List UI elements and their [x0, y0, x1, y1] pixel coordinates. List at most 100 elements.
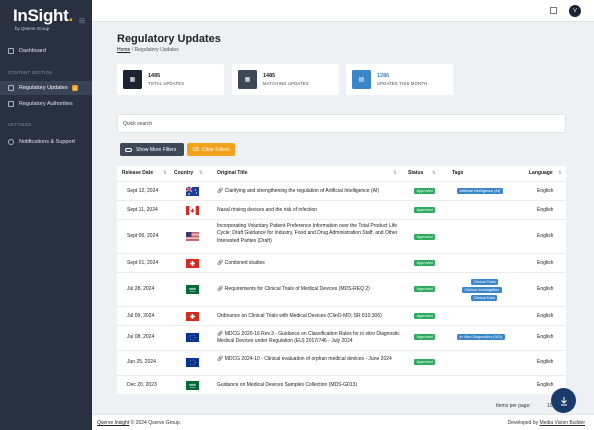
footer-link-qserve[interactable]: Qserve Insight [97, 420, 129, 426]
sidebar-item-label: Dashboard [19, 48, 46, 54]
clear-icon: ⌫ [192, 146, 200, 153]
breadcrumb-home[interactable]: Home [117, 47, 130, 53]
status-badge: Approved [414, 234, 436, 240]
clear-filters-button[interactable]: ⌫ Clear Filters [187, 143, 235, 156]
release-date: Sept 06, 2024 [127, 233, 159, 239]
release-date: Jul 09, 2024 [127, 313, 155, 319]
title-text[interactable]: Ordinance on Clinical Trials with Medica… [217, 313, 403, 320]
stat-card-total: ▦ 1485 TOTAL UPDATES [117, 64, 224, 95]
sidebar-item-dashboard[interactable]: Dashboard [0, 44, 92, 58]
items-per-page-label: Items per page: [496, 403, 531, 409]
table-row[interactable]: Jul 08, 2024 🔗︎ MDCG 2020-16 Rev.3 - Gui… [117, 325, 566, 350]
grid-icon: ▦ [238, 70, 257, 89]
count-badge: 9 [71, 85, 78, 91]
sidebar-toggle-icon[interactable]: ⊟ [79, 17, 85, 25]
release-date: Jul 28, 2024 [127, 286, 155, 292]
stat-label: MATCHING UPDATES [263, 81, 309, 86]
sort-icon[interactable]: ⇅ [432, 170, 436, 176]
breadcrumb-separator: / [131, 47, 134, 53]
eu-flag-icon [186, 358, 199, 367]
eu-flag-icon [186, 333, 199, 342]
sidebar-item-regulatory-updates[interactable]: Regulatory Updates 9 [0, 81, 92, 95]
stat-card-this-month: ▤ 1286 UPDATES THIS MONTH [346, 64, 453, 95]
updates-table: Release Date ⇅ Country ⇅ Original Title … [117, 166, 566, 394]
table-row[interactable]: Jun 25, 2024 🔗︎ MDCG 2024-10 - Clinical … [117, 350, 566, 375]
tag-badge: Clinical Trials [471, 279, 499, 285]
release-date: Sept 11, 2024 [127, 207, 158, 213]
language: English [537, 260, 554, 266]
release-date: Jun 25, 2024 [127, 359, 156, 365]
table-row[interactable]: Jul 09, 2024 Ordinance on Clinical Trial… [117, 306, 566, 325]
toggle-icon [125, 147, 132, 152]
language: English [537, 286, 554, 292]
topbar: V [92, 0, 594, 22]
release-date: Dec 20, 2023 [127, 382, 157, 388]
apps-icon[interactable] [550, 7, 557, 14]
footer-link-developer[interactable]: Media Vision Builder [540, 420, 586, 426]
column-header-release-date[interactable]: Release Date [122, 170, 153, 176]
language: English [537, 382, 554, 388]
sidebar-item-label: Regulatory Updates [19, 85, 68, 91]
footer-copyright: Qserve Insight © 2024 Qserve Group. [97, 420, 182, 426]
table-row[interactable]: Sept 01, 2024 🔗︎ Combined studies Approv… [117, 253, 566, 272]
download-button[interactable] [551, 388, 576, 413]
logo[interactable]: InSight. [13, 6, 73, 26]
tag-badge: Clinical Investigation [462, 287, 502, 293]
show-more-filters-button[interactable]: Show More Filters [120, 143, 184, 156]
language: English [537, 207, 554, 213]
title-link[interactable]: 🔗︎ Requirements for Clinical Trials of M… [217, 286, 403, 293]
download-icon [560, 396, 567, 405]
column-header-country[interactable]: Country [174, 170, 193, 176]
sort-icon[interactable]: ⇅ [199, 170, 203, 176]
title-text[interactable]: Incorporating Voluntary Patient Preferen… [217, 223, 403, 245]
column-header-tags[interactable]: Tags [452, 170, 463, 176]
sort-icon[interactable]: ⇅ [558, 170, 562, 176]
column-header-status[interactable]: Status [408, 170, 423, 176]
language: English [537, 359, 554, 365]
tag-badge: Clinical Data [471, 295, 498, 301]
australia-flag-icon [186, 187, 199, 196]
title-text[interactable]: Nasal rinsing devices and the risk of in… [217, 207, 403, 214]
stat-label: UPDATES THIS MONTH [377, 81, 428, 86]
search-input[interactable]: Quick search [117, 114, 566, 133]
title-text[interactable]: Guidance on Medical Devices Samples Coll… [217, 382, 403, 389]
document-icon [8, 85, 14, 91]
link-icon: 🔗︎ [217, 331, 225, 337]
sidebar-item-notifications-support[interactable]: Notifications & Support [0, 135, 92, 149]
column-header-language[interactable]: Language [529, 170, 553, 176]
table-row[interactable]: Sept 06, 2024 Incorporating Voluntary Pa… [117, 219, 566, 253]
table-row[interactable]: Jul 28, 2024 🔗︎ Requirements for Clinica… [117, 272, 566, 306]
breadcrumb: Home / Regulatory Updates [117, 47, 179, 53]
avatar[interactable]: V [569, 5, 581, 17]
canada-flag-icon [186, 206, 199, 215]
status-badge: Approved [414, 286, 436, 292]
sidebar-item-label: Notifications & Support [19, 139, 75, 145]
switzerland-flag-icon [186, 259, 199, 268]
tag-badge: In Vitro Diagnostics (IVD) [457, 334, 505, 340]
footer: Qserve Insight © 2024 Qserve Group. Deve… [92, 414, 594, 430]
breadcrumb-current: Regulatory Updates [134, 47, 179, 53]
sort-icon[interactable]: ⇅ [163, 170, 167, 176]
sort-icon[interactable]: ⇅ [393, 170, 397, 176]
table-row[interactable]: Sept 11, 2024 Nasal rinsing devices and … [117, 200, 566, 219]
building-icon [8, 101, 14, 107]
title-link[interactable]: 🔗︎ MDCG 2024-10 - Clinical evaluation of… [217, 356, 403, 363]
table-row[interactable]: Sept 12, 2024 🔗︎ Clarifying and strength… [117, 181, 566, 200]
sidebar-item-regulatory-authorities[interactable]: Regulatory Authorities [0, 97, 92, 111]
title-link[interactable]: 🔗︎ Combined studies [217, 260, 403, 267]
footer-credit: Developed by Media Vision Builder [507, 420, 586, 426]
table-row[interactable]: Dec 20, 2023 Guidance on Medical Devices… [117, 375, 566, 394]
stat-value: 1485 [148, 73, 161, 79]
title-link[interactable]: 🔗︎ MDCG 2020-16 Rev.3 - Guidance on Clas… [217, 331, 403, 346]
title-link[interactable]: 🔗︎ Clarifying and strengthening the regu… [217, 188, 403, 195]
tag-badge: Artificial Intelligence (AI) [457, 188, 503, 194]
column-header-original-title[interactable]: Original Title [217, 170, 247, 176]
release-date: Sept 01, 2024 [127, 260, 159, 266]
saudi-arabia-flag-icon [186, 381, 199, 390]
stat-value: 1286 [377, 73, 390, 79]
language: English [537, 233, 554, 239]
sidebar: InSight. by Qserve Group ⊟ Dashboard CON… [0, 0, 92, 430]
gear-icon [8, 139, 14, 145]
status-badge: Approved [414, 260, 436, 266]
calendar-icon: ▤ [352, 70, 371, 89]
